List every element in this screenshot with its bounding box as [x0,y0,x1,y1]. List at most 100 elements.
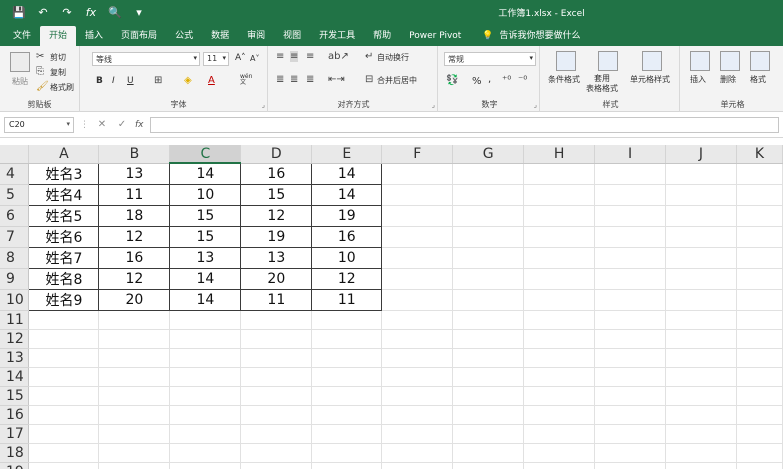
cell[interactable] [381,386,454,406]
align-middle-icon[interactable]: ≡ [290,51,299,62]
column-header[interactable]: B [98,145,171,164]
cell-styles-icon[interactable] [642,51,662,71]
cell[interactable] [594,310,666,330]
cell[interactable] [736,424,783,444]
indent-icon[interactable]: ⇤⇥ [328,74,345,85]
number-format-dropdown[interactable]: 常规 ▾ [444,52,536,66]
cell[interactable]: 16 [98,246,171,269]
cell[interactable] [594,405,666,425]
cell[interactable] [665,163,737,185]
cell[interactable] [381,367,454,387]
cell[interactable] [169,462,242,469]
cell[interactable] [240,424,313,444]
cell[interactable]: 12 [240,204,313,227]
cell[interactable] [523,329,596,349]
cell[interactable]: 14 [311,183,383,206]
cell[interactable] [98,329,171,349]
wrap-text-icon[interactable]: ↵ [365,51,373,62]
decrease-font-button[interactable]: A˅ [250,54,259,63]
percent-button[interactable]: % [472,76,482,87]
delete-cells-icon[interactable] [720,51,740,71]
row-header[interactable]: 6 [0,205,30,227]
cell[interactable] [240,310,313,330]
tab-power-pivot[interactable]: Power Pivot [400,26,470,46]
column-header[interactable]: J [665,145,737,164]
cell[interactable] [523,163,596,185]
cell[interactable]: 15 [169,225,242,248]
increase-font-button[interactable]: A˄ [235,53,246,63]
name-cell[interactable]: 姓名5 [28,204,100,227]
tell-me-box[interactable]: 💡 告诉我你想要做什么 [470,26,580,46]
cell[interactable]: 20 [98,288,171,311]
insert-cells-icon[interactable] [690,51,710,71]
cell[interactable] [736,289,783,311]
tab-page-layout[interactable]: 页面布局 [112,26,166,46]
row-header[interactable]: 10 [0,289,30,311]
cell[interactable] [381,226,454,248]
cell[interactable] [594,268,666,290]
cell[interactable] [523,405,596,425]
formula-input[interactable] [149,116,779,133]
cell[interactable] [381,424,454,444]
cell[interactable] [98,386,171,406]
cut-icon[interactable]: ✂ [36,51,44,62]
name-cell[interactable] [28,329,100,349]
copy-button[interactable]: 复制 [50,67,66,78]
cell[interactable] [381,289,454,311]
row-header[interactable]: 19 [0,462,30,469]
enter-icon[interactable]: ✓ [115,119,129,130]
row-header[interactable]: 11 [0,310,30,330]
cell[interactable] [169,424,242,444]
cell[interactable]: 13 [169,246,242,269]
fill-color-icon[interactable]: ◈ [184,75,192,86]
tab-help[interactable]: 帮助 [364,26,400,46]
cell[interactable] [381,184,454,206]
currency-icon[interactable]: 💱 [446,75,458,86]
name-cell[interactable]: 姓名6 [28,225,100,248]
column-header[interactable]: K [736,145,783,164]
cell[interactable] [736,205,783,227]
cell[interactable] [665,462,737,469]
cell[interactable] [594,205,666,227]
cell[interactable] [523,205,596,227]
tab-data[interactable]: 数据 [202,26,238,46]
cell[interactable] [452,247,525,269]
cell[interactable] [665,424,737,444]
cell[interactable]: 13 [98,162,171,185]
tab-view[interactable]: 视图 [274,26,310,46]
cell[interactable] [736,247,783,269]
cell[interactable] [736,386,783,406]
cell[interactable] [594,386,666,406]
cell[interactable] [594,247,666,269]
format-as-table-icon[interactable] [598,51,618,71]
orientation-icon[interactable]: ab↗ [328,51,349,62]
cell[interactable]: 11 [98,183,171,206]
cell[interactable] [452,367,525,387]
name-cell[interactable] [28,443,100,463]
format-cells-icon[interactable] [750,51,770,71]
row-header[interactable]: 5 [0,184,30,206]
cell[interactable] [311,462,383,469]
cell[interactable]: 13 [240,246,313,269]
cell[interactable] [736,310,783,330]
cell[interactable] [665,247,737,269]
row-header[interactable]: 9 [0,268,30,290]
cell[interactable] [452,386,525,406]
decrease-decimal-icon[interactable]: ⁻⁰ [518,75,527,86]
cell[interactable] [665,443,737,463]
cell[interactable] [381,163,454,185]
insert-cells-button[interactable]: 插入 [690,74,706,85]
name-cell[interactable] [28,462,100,469]
column-header[interactable]: F [381,145,454,164]
cell[interactable]: 12 [98,225,171,248]
column-header[interactable]: G [452,145,525,164]
format-cells-button[interactable]: 格式 [750,74,766,85]
merge-icon[interactable]: ⊟ [365,74,373,85]
copy-icon[interactable]: ⎘ [36,66,44,77]
cell[interactable] [98,310,171,330]
cell[interactable] [736,462,783,469]
cell[interactable] [240,329,313,349]
cell[interactable] [594,367,666,387]
cell[interactable] [169,348,242,368]
cell[interactable] [169,310,242,330]
